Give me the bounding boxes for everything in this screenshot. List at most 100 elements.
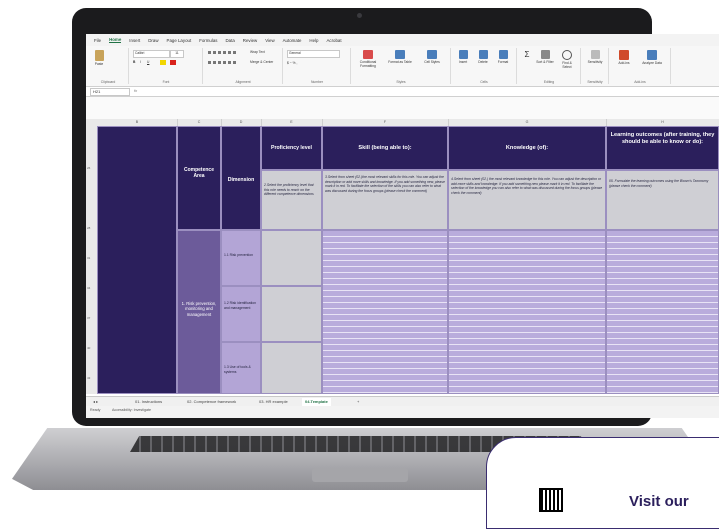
align-lines-icon[interactable] (208, 51, 238, 54)
knowledge-input-cells[interactable] (448, 230, 606, 394)
sensitivity-button[interactable]: Sensitivity (584, 50, 606, 64)
font-color-icon[interactable] (170, 60, 176, 65)
menu-acrobat[interactable]: Acrobat (326, 38, 341, 43)
dimension-cell-1[interactable]: 1.1 Risk prevention (221, 230, 261, 286)
empty-formula-area (86, 97, 719, 119)
italic-button[interactable]: I (140, 60, 141, 64)
menu-file[interactable]: File (94, 38, 101, 43)
proficiency-cell-1[interactable] (261, 230, 322, 286)
dimension-label: Dimension (227, 177, 255, 183)
delete-cells-button[interactable]: Delete (474, 50, 492, 64)
format-as-table-button[interactable]: Format as Table (386, 50, 414, 64)
menu-review[interactable]: Review (243, 38, 257, 43)
conditional-formatting-button[interactable]: Conditional Formatting (354, 50, 382, 68)
col-header-f[interactable]: F (322, 119, 449, 126)
learning-outcomes-header[interactable]: Learning outcomes (after training, they … (606, 126, 719, 170)
proficiency-cell-2[interactable] (261, 286, 322, 342)
fx-icon[interactable]: fx (134, 88, 137, 93)
competence-area-value: 1. Risk prevention, monitoring and manag… (181, 301, 217, 317)
skill-input-cells[interactable] (322, 230, 448, 394)
merge-center-button[interactable]: Merge & Center (250, 60, 273, 64)
font-name-select[interactable]: Calibri (133, 50, 170, 58)
formula-bar: H21 fx (86, 87, 719, 97)
bold-button[interactable]: B (133, 60, 135, 64)
knowledge-instruction: 4.Select from sheet (02.) the most relev… (451, 177, 603, 195)
menu-view[interactable]: View (265, 38, 274, 43)
underline-button[interactable]: U (147, 60, 149, 64)
learning-input-cells[interactable] (606, 230, 719, 394)
dimension-cell-2[interactable]: 1.2 Risk identification and management (221, 286, 261, 342)
menu-home[interactable]: Home (109, 37, 122, 43)
autosum-icon[interactable]: Σ (520, 50, 534, 59)
menu-formulas[interactable]: Formulas (199, 38, 217, 43)
tab-instructions[interactable]: 01. Instructions (132, 398, 165, 406)
promo-text[interactable]: Visit our (629, 493, 689, 510)
analyze-data-button[interactable]: Analyze Data (640, 50, 664, 65)
proficiency-instruction-cell[interactable]: 2.Select the proficiency level that this… (261, 170, 322, 230)
accessibility-status[interactable]: Accessibility: Investigate (112, 408, 151, 412)
editing-label: Editing (543, 80, 555, 84)
indent-lines-icon[interactable] (208, 61, 238, 64)
dimension-cell-3[interactable]: 1.3 Use of tools & systems (221, 342, 261, 394)
addins-button-label: Add-ins (618, 61, 630, 65)
tab-hr-example[interactable]: 03. HR example (256, 398, 291, 406)
format-cells-button[interactable]: Format (494, 50, 512, 64)
competence-area-label: Competence Area (183, 167, 214, 179)
menu-draw[interactable]: Draw (148, 38, 158, 43)
clipboard-label: Clipboard (100, 80, 116, 84)
font-size-select[interactable]: 11 (170, 50, 184, 58)
skill-header[interactable]: Skill (being able to): (322, 126, 448, 170)
currency-button[interactable]: $ ~ % , (287, 61, 297, 65)
col-header-d[interactable]: D (221, 119, 262, 126)
prev-sheet-icon[interactable]: ◂ ▸ (90, 398, 101, 406)
knowledge-instruction-cell[interactable]: 4.Select from sheet (02.) the most relev… (448, 170, 606, 230)
qr-code-icon[interactable] (539, 488, 563, 512)
skill-label: Skill (being able to): (358, 145, 412, 151)
number-format-select[interactable]: General (287, 50, 340, 58)
addins-button[interactable]: Add-ins (612, 50, 636, 65)
menu-automate[interactable]: Automate (283, 38, 302, 43)
fill-color-icon[interactable] (160, 60, 166, 65)
wrap-text-button[interactable]: Wrap Text (250, 50, 265, 54)
learning-instruction-cell[interactable]: 05. Formulate the learning outcomes usin… (606, 170, 719, 230)
menu-help[interactable]: Help (309, 38, 318, 43)
conditional-formatting-icon (363, 50, 373, 59)
promo-card: Visit our (486, 437, 719, 529)
col-header-h[interactable]: H (606, 119, 719, 126)
format-label: Format (497, 60, 509, 64)
add-sheet-icon[interactable]: + (354, 398, 362, 406)
sort-filter-button[interactable]: Sort & Filter (536, 50, 554, 64)
cell-styles-button[interactable]: Cell Styles (418, 50, 446, 64)
insert-cells-button[interactable]: Insert (454, 50, 472, 64)
cell-styles-icon (427, 50, 437, 59)
delete-label: Delete (478, 60, 488, 64)
competence-area-cell[interactable]: 1. Risk prevention, monitoring and manag… (177, 230, 221, 394)
col-header-b[interactable]: B (97, 119, 178, 126)
magnifier-icon (562, 50, 572, 60)
knowledge-header[interactable]: Knowledge (of): (448, 126, 606, 170)
number-group: General $ ~ % , Number (284, 48, 351, 84)
cells-group: Insert Delete Format Cells (452, 48, 517, 84)
menu-insert[interactable]: Insert (129, 38, 140, 43)
dimension-header[interactable]: Dimension (221, 126, 261, 230)
name-box[interactable]: H21 (90, 88, 130, 96)
col-header-g[interactable]: G (448, 119, 607, 126)
column-b-block[interactable] (97, 126, 177, 394)
paste-button[interactable]: Paste (92, 50, 106, 66)
col-header-e[interactable]: E (261, 119, 323, 126)
proficiency-cell-3[interactable] (261, 342, 322, 394)
tab-competence-framework[interactable]: 02. Competence framework (184, 398, 239, 406)
proficiency-header[interactable]: Proficiency level (261, 126, 322, 170)
analyze-data-icon (647, 50, 657, 60)
find-select-button[interactable]: Find & Select (558, 50, 576, 69)
competence-area-header[interactable]: Competence Area (177, 126, 221, 230)
conditional-formatting-label: Conditional Formatting (359, 60, 377, 68)
analyze-data-label: Analyze Data (642, 61, 662, 65)
skill-instruction-cell[interactable]: 3.Select from sheet (02.)the most releva… (322, 170, 448, 230)
webcam (357, 13, 362, 18)
col-header-c[interactable]: C (177, 119, 222, 126)
format-table-icon (395, 50, 405, 59)
menu-data[interactable]: Data (226, 38, 235, 43)
styles-label: Styles (396, 80, 406, 84)
menu-page-layout[interactable]: Page Layout (167, 38, 192, 43)
